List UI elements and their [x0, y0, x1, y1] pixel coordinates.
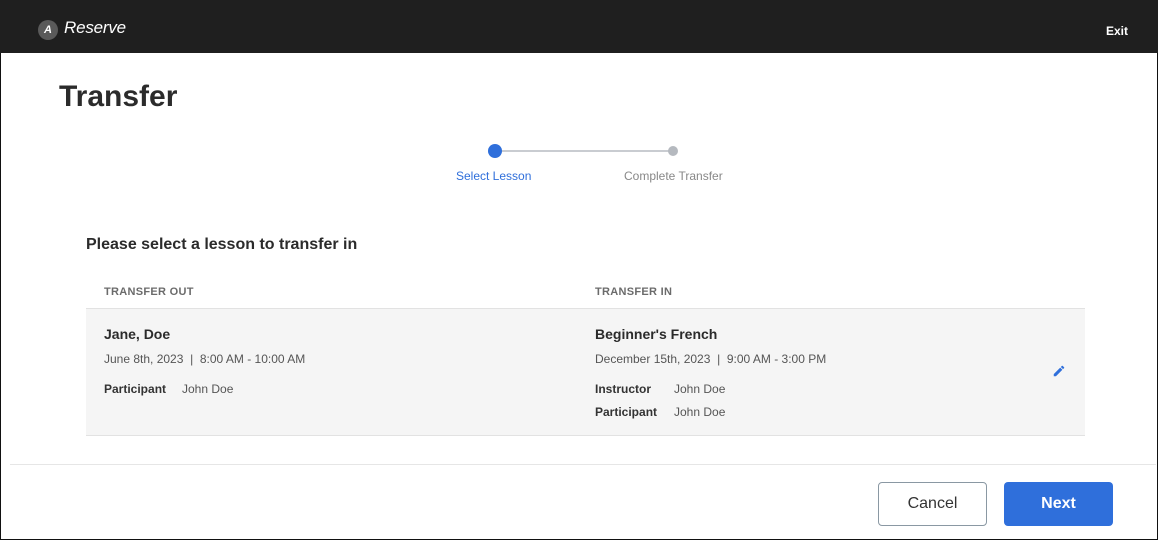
footer-divider	[10, 464, 1156, 465]
cancel-button[interactable]: Cancel	[878, 482, 987, 526]
transfer-in-instructor-value: John Doe	[674, 382, 726, 396]
transfer-out-datetime: June 8th, 2023 | 8:00 AM - 10:00 AM	[104, 352, 306, 366]
stepper-connector	[495, 150, 673, 152]
step-complete-transfer-label: Complete Transfer	[624, 169, 723, 183]
transfer-out-name: Jane, Doe	[104, 326, 171, 342]
transfer-in-participant-value: John Doe	[674, 405, 726, 419]
transfer-out-participant-value: John Doe	[182, 382, 234, 396]
column-header-transfer-out: TRANSFER OUT	[104, 286, 194, 298]
edit-pencil-icon[interactable]	[1050, 362, 1068, 380]
step-select-lesson-dot	[488, 144, 502, 158]
transfer-in-participant-label: Participant	[595, 405, 658, 419]
logo-icon: A	[38, 20, 58, 40]
transfer-in-lesson-name: Beginner's French	[595, 326, 718, 342]
brand-name: Reserve	[64, 18, 126, 37]
table-row	[86, 309, 1085, 436]
top-bar: A Reserve Exit	[0, 0, 1158, 53]
stepper: Select Lesson Complete Transfer	[0, 142, 1158, 192]
step-select-lesson-label: Select Lesson	[456, 169, 532, 183]
step-complete-transfer-dot	[668, 146, 678, 156]
exit-link[interactable]: Exit	[1106, 24, 1128, 38]
next-button[interactable]: Next	[1004, 482, 1113, 526]
transfer-in-datetime: December 15th, 2023 | 9:00 AM - 3:00 PM	[595, 352, 827, 366]
column-header-transfer-in: TRANSFER IN	[595, 286, 673, 298]
section-heading: Please select a lesson to transfer in	[86, 236, 358, 253]
page-title: Transfer	[59, 80, 178, 113]
transfer-out-participant-label: Participant	[104, 382, 167, 396]
transfer-in-instructor-label: Instructor	[595, 382, 652, 396]
